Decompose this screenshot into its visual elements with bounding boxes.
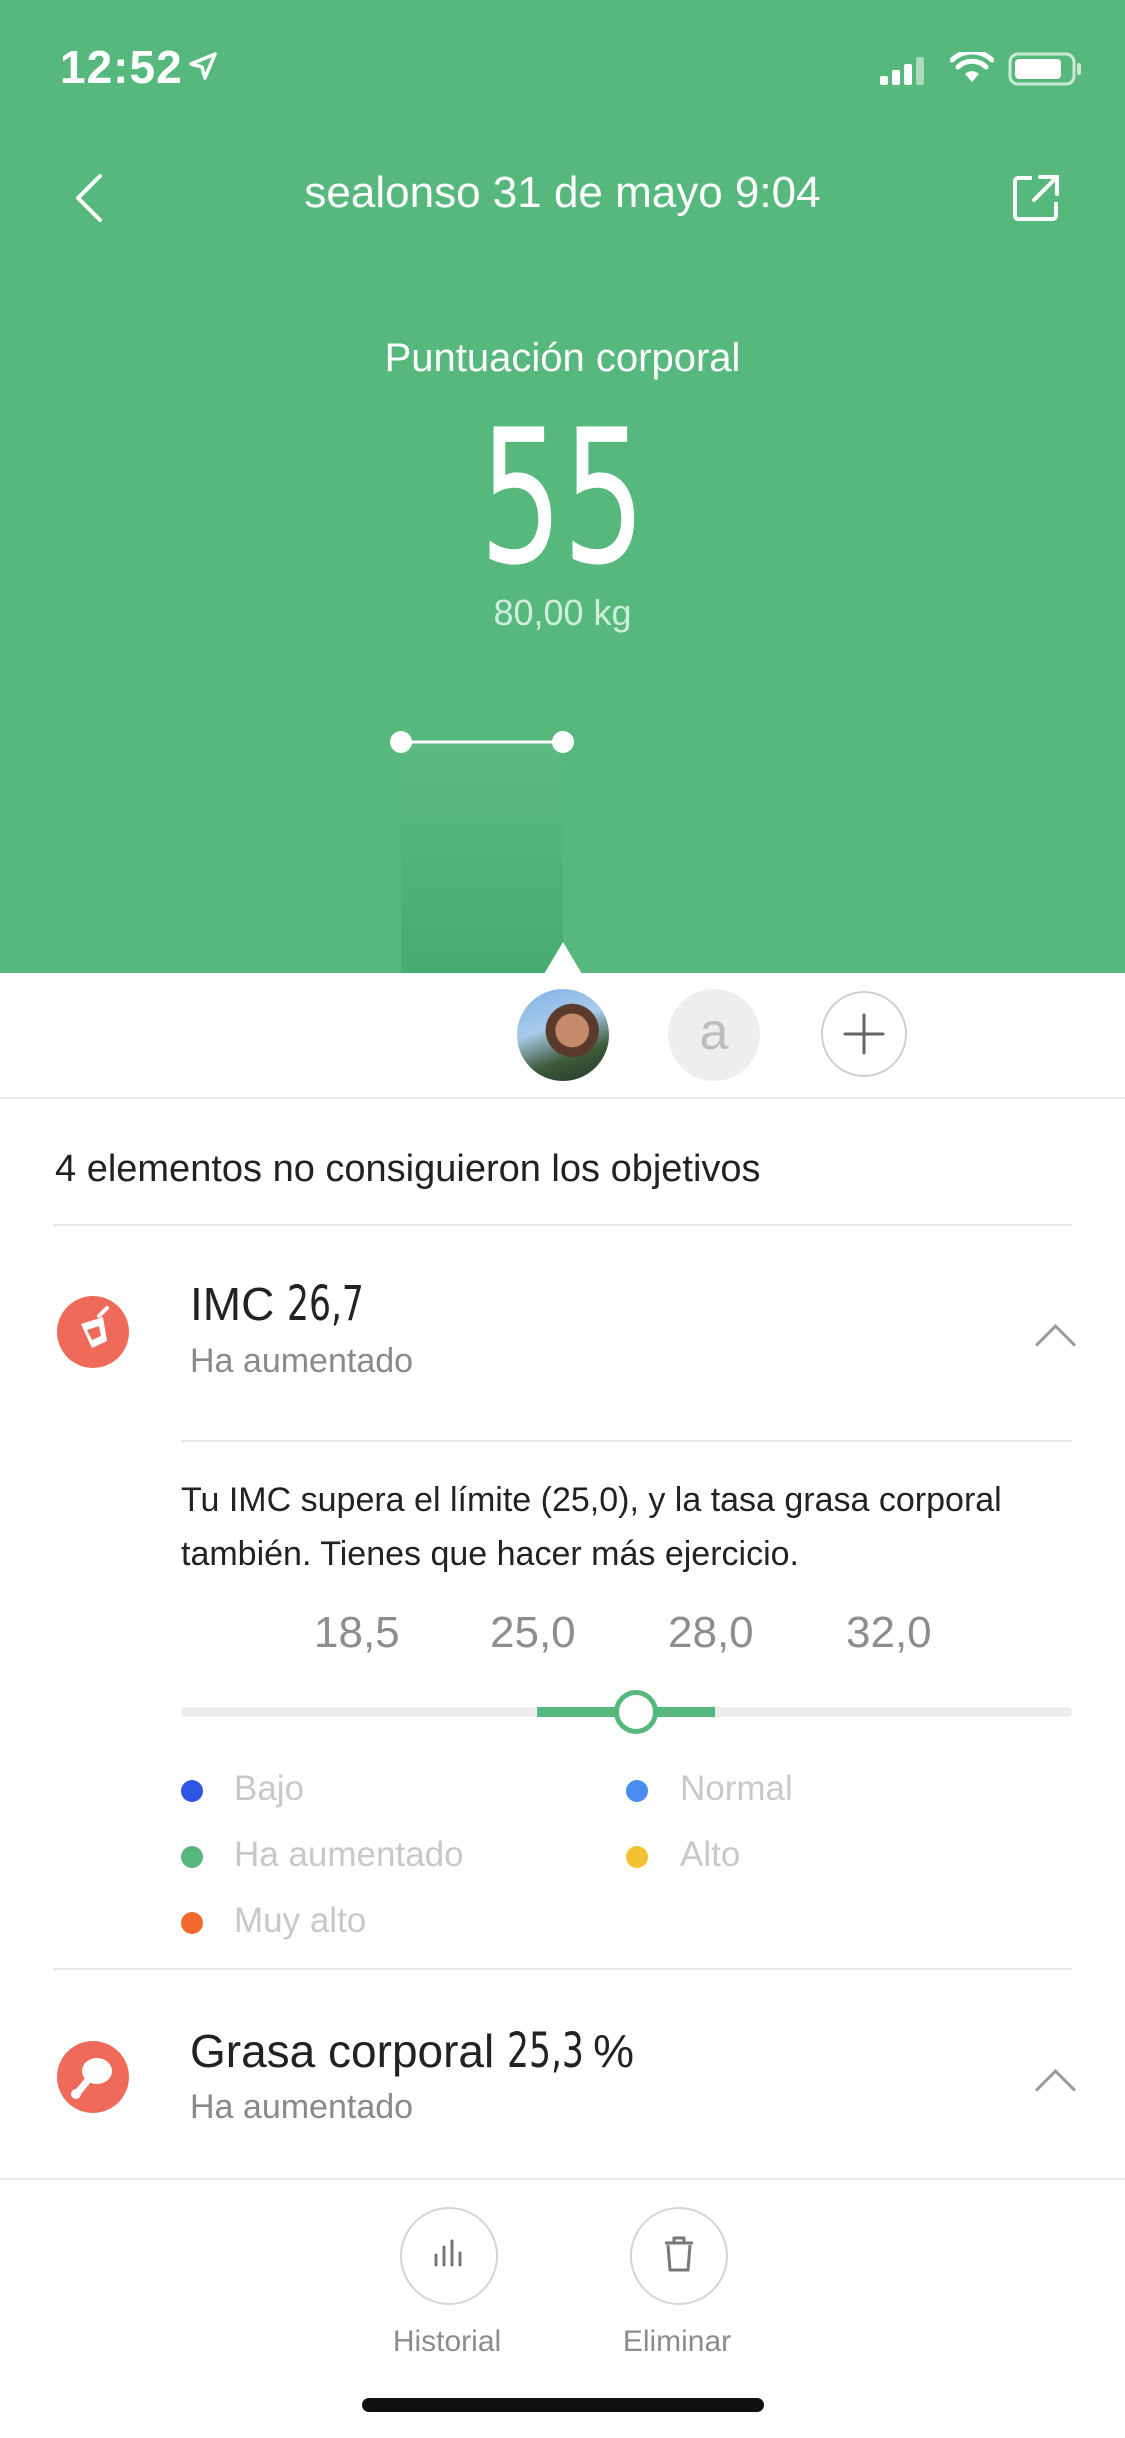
delete-label[interactable]: Eliminar xyxy=(577,2325,777,2359)
imc-description: Tu IMC supera el límite (25,0), y la tas… xyxy=(181,1481,1002,1573)
imc-item[interactable] xyxy=(0,1226,1125,1426)
divider xyxy=(0,1097,1125,1099)
imc-marker xyxy=(614,1690,658,1734)
legend-label: Muy alto xyxy=(234,1901,367,1940)
wifi-icon xyxy=(950,52,994,82)
divider xyxy=(181,1440,1072,1442)
body-fat-status: Ha aumentado xyxy=(190,2088,414,2126)
selection-notch xyxy=(544,942,582,974)
body-fat-icon xyxy=(57,2041,129,2113)
imc-tick: 18,5 xyxy=(314,1608,400,1657)
share-icon[interactable] xyxy=(1010,172,1062,224)
imc-status: Ha aumentado xyxy=(190,1342,414,1380)
signal-icon xyxy=(880,57,924,85)
history-button[interactable] xyxy=(400,2207,498,2305)
imc-tick: 25,0 xyxy=(490,1608,576,1657)
score-value: 55 xyxy=(479,389,646,606)
home-indicator[interactable] xyxy=(362,2398,764,2412)
legend-dot-alto xyxy=(626,1846,648,1868)
legend-dot-muy-alto xyxy=(181,1912,203,1934)
delete-button[interactable] xyxy=(630,2207,728,2305)
score-label: Puntuación corporal xyxy=(384,336,741,380)
legend-label: Bajo xyxy=(234,1769,305,1808)
body-fat-value: 25,3 xyxy=(507,2023,584,2079)
page-title: sealonso 31 de mayo 9:04 xyxy=(304,168,821,217)
body-fat-label: Grasa corporal xyxy=(190,2025,495,2077)
legend-label: Alto xyxy=(680,1835,741,1874)
add-user-button[interactable] xyxy=(821,991,907,1077)
imc-tick: 28,0 xyxy=(668,1608,754,1657)
battery-icon xyxy=(1008,52,1081,86)
imc-title: IMC 26,7 xyxy=(190,1276,383,1332)
body-fat-title: Grasa corporal 25,3% xyxy=(190,2023,634,2079)
legend-dot-normal xyxy=(626,1780,648,1802)
user-avatar-photo[interactable] xyxy=(517,989,609,1081)
trash-icon xyxy=(665,2236,693,2272)
legend-label: Ha aumentado xyxy=(234,1835,464,1874)
user-avatar-initial[interactable]: a xyxy=(668,989,760,1081)
score-history-bar[interactable] xyxy=(401,740,563,973)
legend-dot-ha-aumentado xyxy=(181,1846,203,1868)
legend-dot-bajo xyxy=(181,1780,203,1802)
imc-value: 26,7 xyxy=(287,1276,365,1332)
drumstick-icon xyxy=(71,2058,112,2099)
body-fat-unit: % xyxy=(593,2025,635,2077)
location-arrow-icon xyxy=(189,52,217,80)
plus-icon xyxy=(843,1013,885,1055)
goals-summary: 4 elementos no consiguieron los objetivo… xyxy=(55,1148,761,1190)
imc-tick: 32,0 xyxy=(846,1608,932,1657)
weight-value: 80,00 kg xyxy=(493,592,632,633)
imc-label: IMC xyxy=(190,1278,275,1330)
legend-label: Normal xyxy=(680,1769,793,1808)
bar-chart-icon xyxy=(434,2239,462,2267)
imc-icon xyxy=(57,1296,129,1368)
status-time: 12:52 xyxy=(60,41,183,93)
history-label[interactable]: Historial xyxy=(347,2325,547,2359)
drink-icon xyxy=(81,1306,109,1348)
